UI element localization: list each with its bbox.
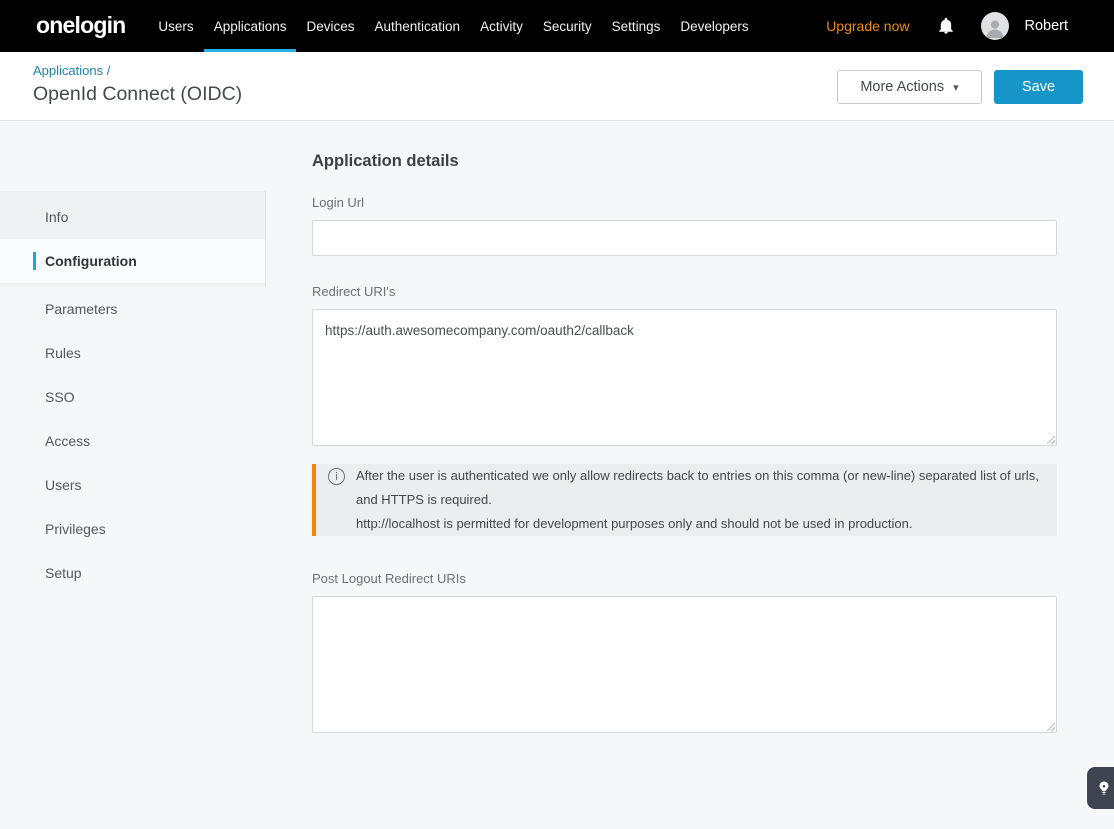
redirect-uris-info-note: i After the user is authenticated we onl… (312, 464, 1057, 536)
sidebar-item-configuration[interactable]: Configuration (0, 239, 265, 283)
onelogin-admin-screen: onelogin Users Applications Devices Auth… (0, 0, 1114, 829)
login-url-input[interactable] (312, 220, 1057, 256)
redirect-uris-field: https://auth.awesomecompany.com/oauth2/c… (312, 309, 1057, 446)
sidebar-item-rules[interactable]: Rules (0, 331, 266, 375)
sidebar-item-users[interactable]: Users (0, 463, 266, 507)
top-navbar: onelogin Users Applications Devices Auth… (0, 0, 1114, 52)
sidebar-active-section: Info Configuration (0, 191, 266, 287)
notification-bell-icon[interactable] (937, 17, 955, 35)
upgrade-now-link[interactable]: Upgrade now (826, 18, 909, 34)
nav-item-security[interactable]: Security (533, 0, 602, 52)
header-actions: More Actions ▾ Save (837, 70, 1083, 104)
more-actions-button[interactable]: More Actions ▾ (837, 70, 982, 104)
nav-item-applications[interactable]: Applications (204, 0, 297, 52)
login-url-label: Login Url (312, 195, 1057, 210)
sidebar-item-privileges[interactable]: Privileges (0, 507, 266, 551)
save-button[interactable]: Save (994, 70, 1083, 104)
nav-item-devices[interactable]: Devices (296, 0, 364, 52)
more-actions-label: More Actions (860, 79, 944, 95)
feedback-button[interactable] (1087, 767, 1114, 809)
sidebar-item-info[interactable]: Info (0, 195, 265, 239)
nav-item-users[interactable]: Users (148, 0, 203, 52)
chevron-down-icon: ▾ (953, 81, 959, 94)
redirect-uris-label: Redirect URI's (312, 284, 1057, 299)
nav-item-settings[interactable]: Settings (602, 0, 671, 52)
info-note-line-1: After the user is authenticated we only … (356, 464, 1043, 512)
nav-item-activity[interactable]: Activity (470, 0, 533, 52)
post-logout-redirect-uris-label: Post Logout Redirect URIs (312, 571, 1057, 586)
sidebar-item-parameters[interactable]: Parameters (0, 287, 266, 331)
sidebar-item-setup[interactable]: Setup (0, 551, 266, 595)
lightbulb-icon (1096, 780, 1112, 796)
navbar-right-cluster: Upgrade now Robert (826, 12, 1114, 40)
sidebar-item-sso[interactable]: SSO (0, 375, 266, 419)
app-settings-sidebar: Info Configuration Parameters Rules SSO … (0, 121, 266, 595)
info-icon: i (328, 468, 345, 485)
user-menu[interactable]: Robert (1024, 18, 1068, 34)
post-logout-redirect-uris-textarea[interactable] (312, 596, 1057, 733)
post-logout-redirect-uris-field (312, 596, 1057, 733)
breadcrumb[interactable]: Applications / (33, 63, 110, 78)
info-note-text: After the user is authenticated we only … (356, 464, 1043, 536)
primary-nav: Users Applications Devices Authenticatio… (148, 0, 758, 52)
nav-item-developers[interactable]: Developers (670, 0, 758, 52)
section-title: Application details (312, 152, 1057, 171)
nav-item-authentication[interactable]: Authentication (365, 0, 471, 52)
user-avatar[interactable] (981, 12, 1009, 40)
configuration-form: Application details Login Url Redirect U… (312, 121, 1057, 733)
sidebar-item-access[interactable]: Access (0, 419, 266, 463)
save-label: Save (1022, 79, 1055, 95)
info-note-line-2: http://localhost is permitted for develo… (356, 512, 1043, 536)
page-header: Applications / OpenId Connect (OIDC) Mor… (0, 52, 1114, 121)
redirect-uris-textarea[interactable]: https://auth.awesomecompany.com/oauth2/c… (312, 309, 1057, 446)
onelogin-logo[interactable]: onelogin (36, 0, 125, 51)
sidebar-spacer (0, 121, 266, 191)
